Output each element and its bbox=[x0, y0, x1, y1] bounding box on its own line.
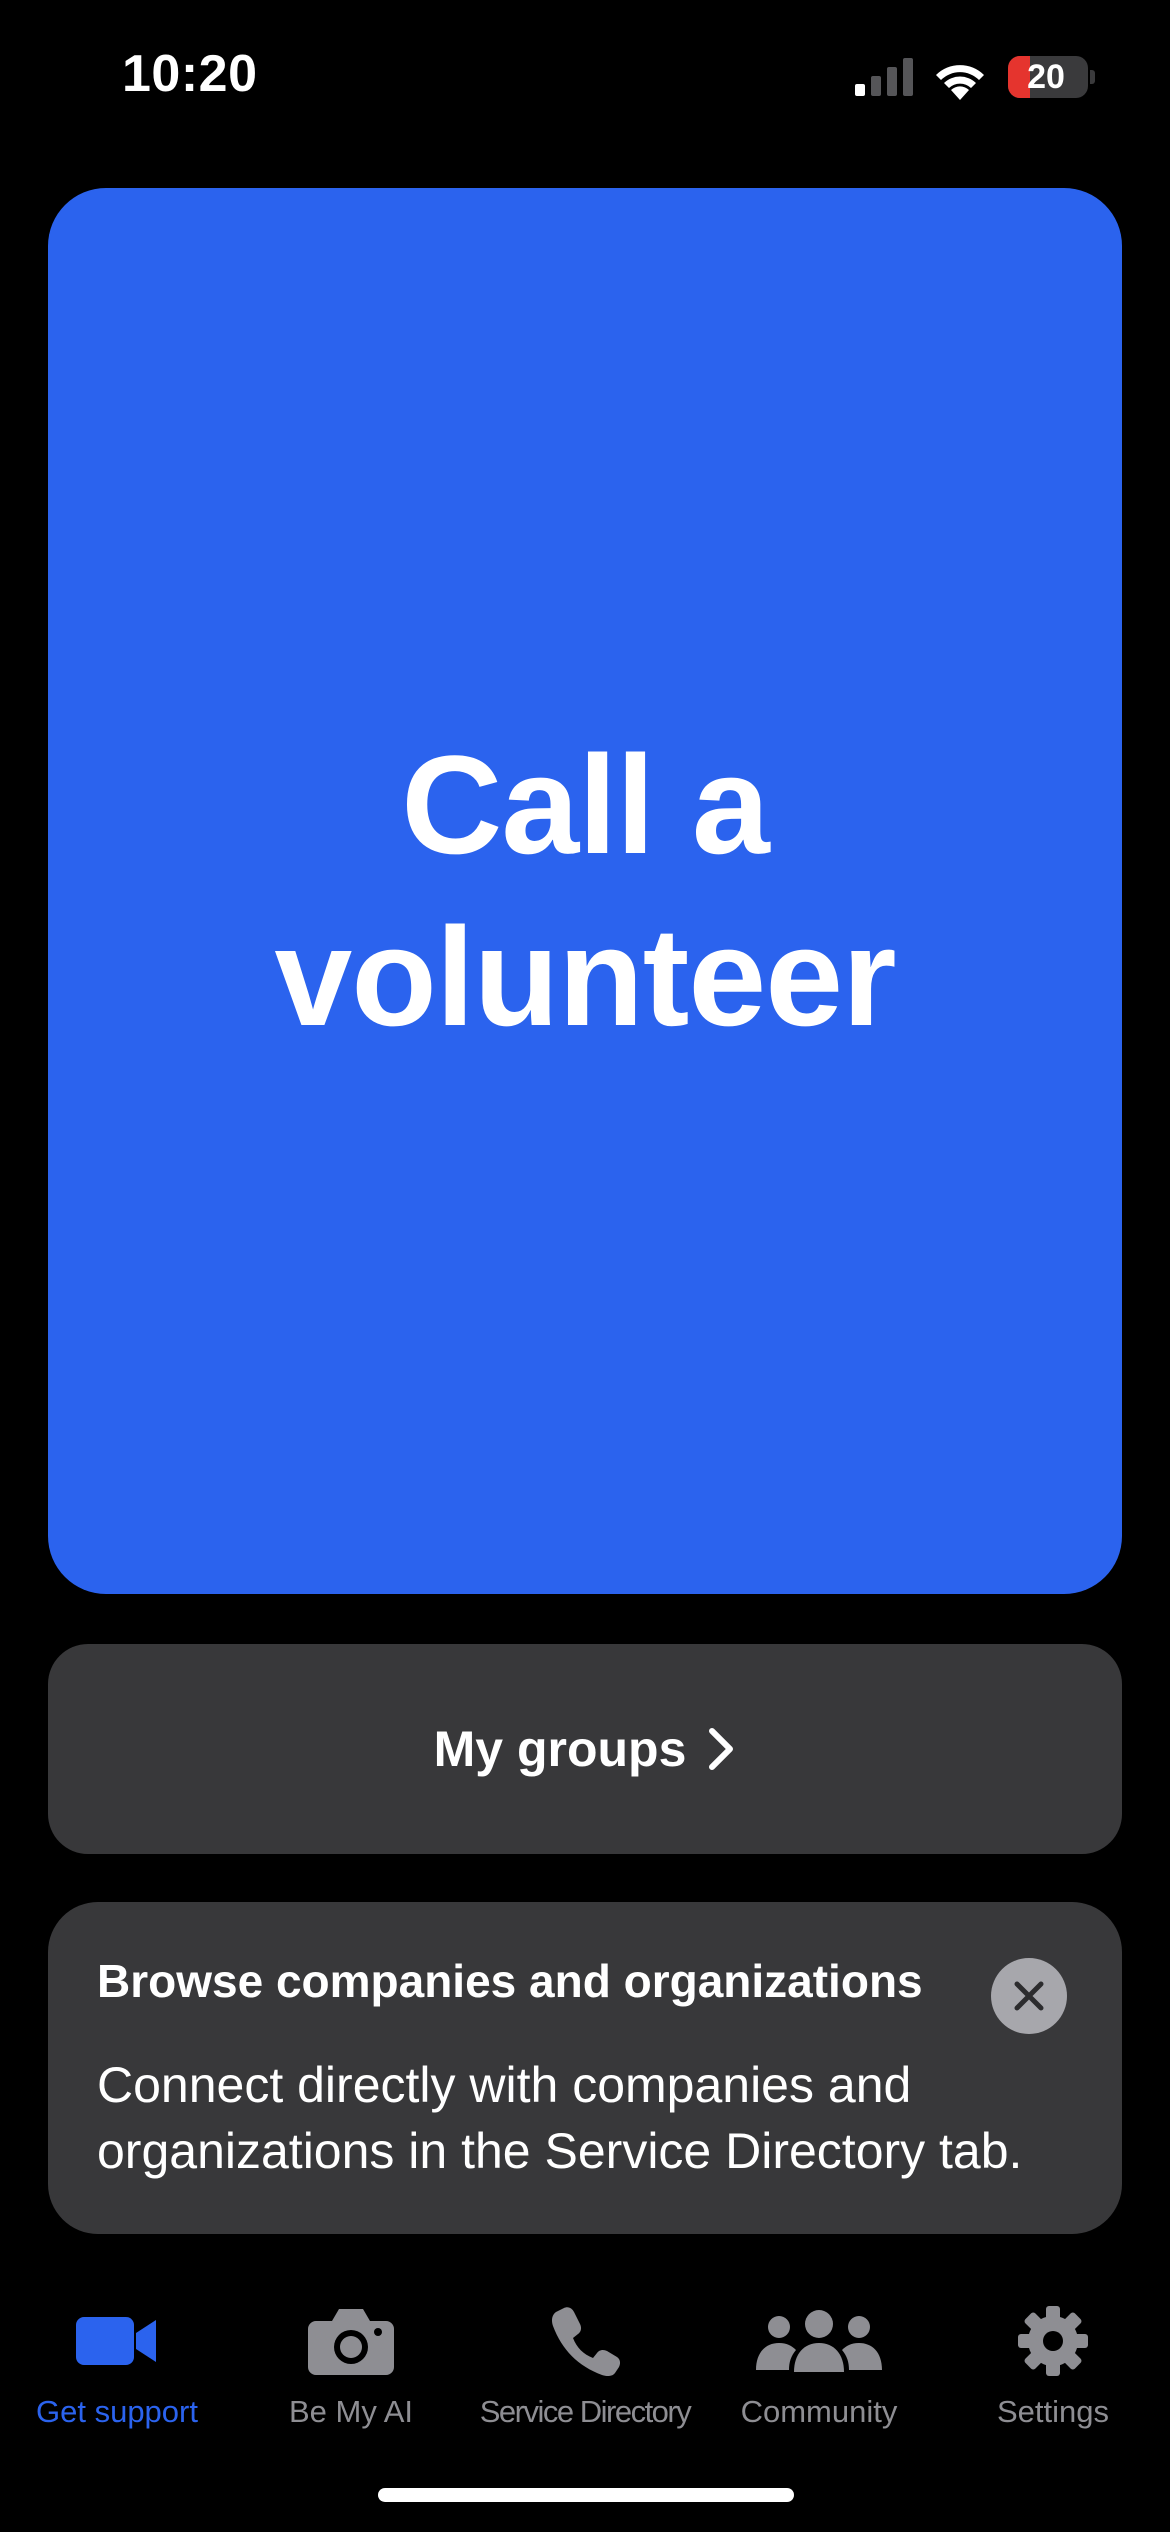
browse-companies-card[interactable]: Browse companies and organizations Conne… bbox=[48, 1902, 1122, 2234]
browse-card-body: Connect directly with companies and orga… bbox=[97, 2057, 1023, 2179]
close-card-button[interactable] bbox=[991, 1958, 1067, 2034]
close-icon bbox=[1014, 1981, 1044, 2011]
tab-service-directory[interactable]: Service Directory bbox=[468, 2280, 702, 2430]
people-icon bbox=[756, 2310, 882, 2372]
phone-icon bbox=[552, 2307, 620, 2376]
status-time: 10:20 bbox=[122, 45, 258, 103]
call-volunteer-button[interactable]: Call a volunteer bbox=[48, 188, 1122, 1594]
my-groups-label: My groups bbox=[433, 1721, 687, 1777]
chevron-right-icon bbox=[709, 1728, 734, 1770]
call-volunteer-label: Call a volunteer bbox=[274, 726, 896, 1055]
tab-settings[interactable]: Settings bbox=[936, 2280, 1170, 2430]
tab-get-support-label: Get support bbox=[36, 2394, 198, 2429]
tab-be-my-ai-label: Be My AI bbox=[288, 2394, 414, 2429]
browse-card-title: Browse companies and organizations bbox=[97, 1955, 923, 2007]
battery-icon: 20 bbox=[1008, 56, 1088, 98]
gear-icon bbox=[1018, 2306, 1088, 2376]
camera-icon bbox=[308, 2309, 394, 2375]
tab-get-support[interactable]: Get support bbox=[0, 2280, 234, 2430]
my-groups-button[interactable]: My groups bbox=[48, 1644, 1122, 1854]
home-indicator bbox=[378, 2488, 794, 2502]
tab-bar: Get support Be My AI Service Directory C… bbox=[0, 2280, 1170, 2460]
battery-nub bbox=[1090, 70, 1095, 84]
battery-level: 20 bbox=[1027, 58, 1065, 96]
tab-settings-label: Settings bbox=[996, 2394, 1109, 2429]
video-camera-icon bbox=[76, 2317, 156, 2365]
cellular-signal-icon bbox=[855, 58, 913, 96]
tab-service-directory-label: Service Directory bbox=[479, 2394, 692, 2429]
wifi-icon bbox=[936, 65, 984, 100]
tab-be-my-ai[interactable]: Be My AI bbox=[234, 2280, 468, 2430]
tab-community-label: Community bbox=[740, 2394, 898, 2429]
screen: 10:20 20 Call a volunteer My groups Brow… bbox=[0, 0, 1170, 2532]
tab-community[interactable]: Community bbox=[702, 2280, 936, 2430]
status-bar: 10:20 20 bbox=[0, 0, 1170, 150]
